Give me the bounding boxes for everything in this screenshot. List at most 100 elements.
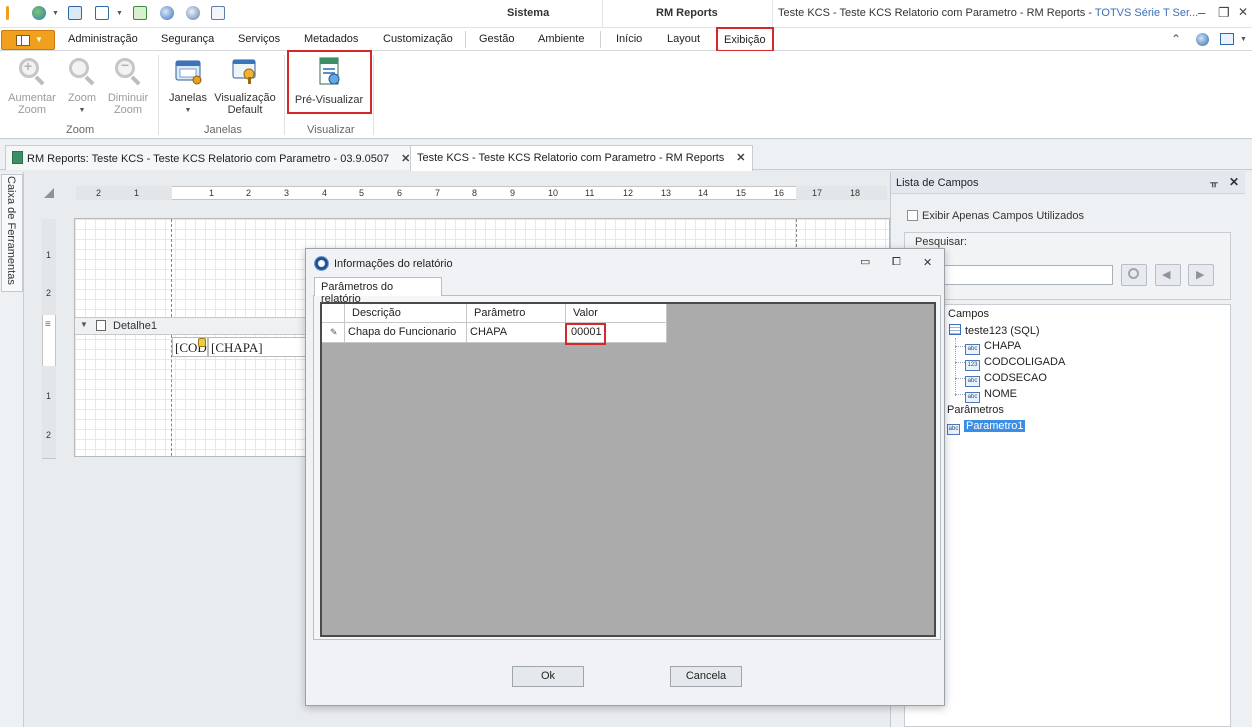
zoom-out-button[interactable]: − Diminuir Zoom: [106, 56, 150, 116]
ruler-number: 9: [510, 188, 516, 198]
globe-help-icon[interactable]: [160, 6, 174, 20]
window-layout-icon[interactable]: [95, 6, 109, 20]
grid-corner: [322, 304, 345, 323]
tab-gestao[interactable]: Gestão: [479, 33, 514, 45]
run-icon[interactable]: [133, 6, 147, 20]
tree-node-dataset[interactable]: teste123 (SQL): [949, 324, 1040, 337]
column-header-valor[interactable]: Valor: [566, 304, 667, 323]
tab-layout[interactable]: Layout: [667, 33, 700, 45]
tab-customizacao[interactable]: Customização: [383, 33, 453, 45]
document-icon: [16, 35, 30, 46]
cell-descricao[interactable]: Chapa do Funcionario: [345, 323, 467, 343]
tab-inicio[interactable]: Início: [616, 33, 642, 45]
document-tab-designer[interactable]: Teste KCS - Teste KCS Relatorio com Para…: [410, 145, 753, 171]
title-bar: ▼ ▼ Sistema RM Reports Teste KCS - Teste…: [0, 0, 1252, 28]
ok-button[interactable]: Ok: [512, 666, 584, 687]
zoom-in-button[interactable]: + Aumentar Zoom: [6, 56, 58, 116]
column-header-parametro[interactable]: Parâmetro: [467, 304, 566, 323]
smart-tag-icon[interactable]: [198, 338, 206, 347]
column-header-descricao[interactable]: Descrição: [345, 304, 467, 323]
ruler-number: 16: [774, 188, 785, 198]
chevron-down-icon[interactable]: ▼: [1240, 36, 1247, 43]
restore-icon[interactable]: ❐: [1218, 5, 1230, 21]
cancel-button[interactable]: Cancela: [670, 666, 742, 687]
toolbox-label: Caixa de Ferramentas: [5, 176, 17, 285]
zoom-out-icon: −: [113, 56, 143, 86]
ruler-number: 3: [284, 188, 290, 198]
chevron-down-icon[interactable]: ▼: [116, 10, 123, 17]
ruler-number: 7: [435, 188, 441, 198]
cell-parametro[interactable]: CHAPA: [467, 323, 566, 343]
ruler-number: 14: [698, 188, 709, 198]
document-tab-preview[interactable]: RM Reports: Teste KCS - Teste KCS Relato…: [5, 145, 418, 170]
minimize-icon[interactable]: ▭: [860, 255, 870, 268]
tab-ambiente[interactable]: Ambiente: [538, 33, 584, 45]
previous-button[interactable]: ◀: [1155, 264, 1181, 286]
chevron-down-icon: ▼: [35, 35, 43, 44]
zoom-icon: [67, 56, 97, 86]
close-tab-icon[interactable]: ✕: [401, 153, 410, 165]
tree-field-codsecao[interactable]: abc CODSECAO: [965, 372, 1047, 387]
pin-icon[interactable]: ᚂ: [1210, 176, 1218, 189]
network-icon[interactable]: [186, 6, 200, 20]
horizontal-ruler: [76, 186, 887, 200]
tab-administracao[interactable]: Administração: [68, 33, 138, 45]
arrow-right-icon: ▶: [1196, 269, 1205, 281]
ruler-number: 18: [850, 188, 861, 198]
chevron-down-icon[interactable]: ▼: [52, 10, 59, 17]
ruler-number: 17: [812, 188, 823, 198]
show-used-fields-checkbox[interactable]: [907, 210, 918, 221]
minimize-icon[interactable]: –: [1198, 5, 1205, 20]
show-used-fields-label: Exibir Apenas Campos Utilizados: [922, 210, 1085, 222]
collapse-band-icon[interactable]: ▼: [80, 320, 88, 329]
tree-node-parametros[interactable]: Parâmetros: [947, 404, 1004, 416]
search-icon: [1128, 268, 1139, 279]
tab-seguranca[interactable]: Segurança: [161, 33, 214, 45]
window-title: Teste KCS - Teste KCS Relatorio com Para…: [778, 7, 1199, 19]
ruler-number: 8: [472, 188, 478, 198]
field-list-title: Lista de Campos: [896, 177, 979, 189]
globe-icon[interactable]: [1196, 33, 1209, 46]
report-icon: [12, 151, 23, 164]
context-tab-rm-reports: RM Reports: [656, 7, 718, 19]
tree-param-parametro1[interactable]: abc Parametro1: [947, 420, 1026, 435]
copy-icon[interactable]: [211, 6, 225, 20]
tree-field-nome[interactable]: abc NOME: [965, 388, 1017, 403]
next-button[interactable]: ▶: [1188, 264, 1214, 286]
globe-icon[interactable]: [32, 6, 46, 20]
tree-node-campos[interactable]: Campos: [948, 308, 989, 320]
group-label-janelas: Janelas: [204, 124, 242, 136]
band-label: Detalhe1: [113, 320, 158, 332]
window-icon[interactable]: [68, 6, 82, 20]
janelas-button[interactable]: Janelas ▼: [166, 56, 210, 117]
close-icon[interactable]: ✕: [1229, 175, 1239, 189]
group-label-visualizar: Visualizar: [307, 124, 355, 136]
search-button[interactable]: [1121, 264, 1147, 286]
report-field-chapa[interactable]: [CHAPA]: [208, 337, 306, 357]
application-menu-button[interactable]: ▼: [1, 30, 55, 50]
ruler-number: 1: [134, 188, 140, 198]
ruler-number: 2: [46, 430, 52, 440]
close-icon[interactable]: ✕: [1238, 5, 1248, 19]
tree-field-chapa[interactable]: abc CHAPA: [965, 340, 1021, 355]
close-tab-icon[interactable]: ✕: [736, 152, 745, 164]
band-drag-icon[interactable]: ≡: [45, 319, 51, 330]
field-tree[interactable]: [904, 304, 1231, 727]
chevron-up-icon[interactable]: ⌃: [1171, 32, 1181, 46]
close-icon[interactable]: ✕: [923, 256, 932, 269]
zoom-button[interactable]: Zoom ▼: [62, 56, 102, 117]
visualizacao-default-button[interactable]: Visualização Default: [213, 56, 277, 116]
panel-layout-icon[interactable]: [1220, 33, 1234, 45]
tree-field-codcoligada[interactable]: 123 CODCOLIGADA: [965, 356, 1065, 371]
tab-parametros[interactable]: Parâmetros do relatório: [314, 277, 442, 305]
app-logo-icon: [6, 6, 9, 20]
tab-metadados[interactable]: Metadados: [304, 33, 358, 45]
tab-exibicao[interactable]: Exibição: [716, 27, 774, 52]
band-icon: [96, 320, 106, 331]
row-indicator[interactable]: ✎: [322, 323, 345, 343]
maximize-icon[interactable]: ⧠: [892, 256, 901, 269]
tab-servicos[interactable]: Serviços: [238, 33, 280, 45]
ruler-number: 4: [322, 188, 328, 198]
windows-icon: [175, 60, 202, 85]
parameters-grid[interactable]: [320, 302, 936, 637]
